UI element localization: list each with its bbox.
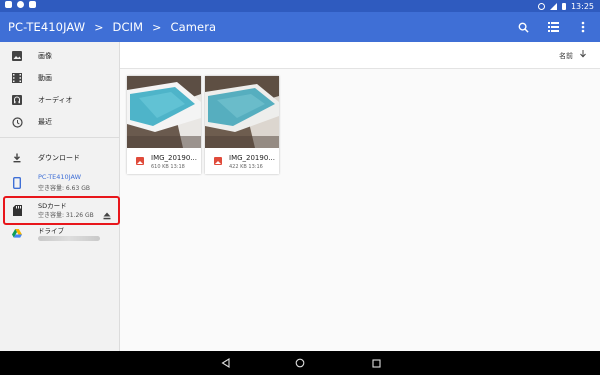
home-button[interactable]: [294, 357, 306, 369]
system-indicators: 13:25: [537, 0, 594, 12]
drawer-item-recent[interactable]: 最近: [0, 111, 119, 133]
image-icon: [11, 50, 23, 62]
file-name: IMG_20190...: [229, 154, 275, 162]
more-options-button[interactable]: [574, 18, 592, 36]
drawer-item-label: PC-TE410JAW: [38, 173, 82, 181]
arrow-down-icon[interactable]: [580, 50, 586, 60]
breadcrumb: PC-TE410JAW > DCIM > Camera: [8, 20, 216, 34]
file-meta: 610 KB 13:18: [151, 164, 185, 170]
drawer-item-label: 最近: [38, 118, 52, 126]
drawer-item-videos[interactable]: 動画: [0, 67, 119, 89]
image-file-icon: [214, 157, 222, 165]
sd-notification-icon: [29, 1, 36, 8]
audio-icon: [11, 94, 23, 106]
drawer-item-free-space: 空き容量: 6.63 GB: [38, 185, 90, 192]
navigation-drawer: 画像 動画 オーディオ 最近 ダウンロード PC-TE410JAW 空き容量: …: [0, 42, 120, 351]
list-view-button[interactable]: [544, 18, 562, 36]
breadcrumb-separator: >: [94, 20, 104, 34]
back-icon: [220, 358, 230, 368]
clock-icon: [11, 116, 23, 128]
file-name: IMG_20190...: [151, 154, 197, 162]
home-icon: [295, 358, 305, 368]
location-notification-icon: [17, 1, 24, 8]
status-bar: 13:25: [0, 0, 600, 12]
recents-button[interactable]: [370, 357, 382, 369]
breadcrumb-camera[interactable]: Camera: [170, 20, 216, 34]
more-vert-icon: [581, 21, 585, 33]
file-card[interactable]: IMG_20190... 422 KB 13:16: [205, 76, 279, 174]
toolbar: PC-TE410JAW > DCIM > Camera: [0, 12, 600, 42]
back-button[interactable]: [219, 357, 231, 369]
file-card[interactable]: IMG_20190... 610 KB 13:18: [127, 76, 201, 174]
drive-icon: [11, 227, 23, 239]
drawer-item-downloads[interactable]: ダウンロード: [0, 147, 119, 169]
tablet-icon: [11, 177, 23, 189]
drawer-item-label: 動画: [38, 74, 52, 82]
drawer-item-label: ダウンロード: [38, 154, 80, 162]
wifi-icon: [549, 2, 557, 10]
notification-icons: [5, 1, 36, 8]
download-icon: [11, 152, 23, 164]
drawer-divider: [0, 137, 119, 138]
clock-time: 13:25: [570, 1, 594, 11]
list-view-icon: [547, 22, 559, 32]
drawer-item-images[interactable]: 画像: [0, 45, 119, 67]
do-not-disturb-icon: [537, 2, 545, 10]
file-meta: 422 KB 13:16: [229, 164, 263, 170]
photo-thumbnail: [127, 76, 201, 148]
recents-icon: [371, 358, 381, 368]
breadcrumb-device[interactable]: PC-TE410JAW: [8, 20, 85, 34]
toolbar-actions: [514, 12, 592, 42]
breadcrumb-separator: >: [152, 20, 162, 34]
search-button[interactable]: [514, 18, 532, 36]
photo-thumbnail: [205, 76, 279, 148]
breadcrumb-dcim[interactable]: DCIM: [113, 20, 144, 34]
sort-bar: 名前: [120, 42, 600, 69]
image-file-icon: [136, 157, 144, 165]
system-nav-bar: [0, 351, 600, 375]
drawer-item-internal-storage[interactable]: PC-TE410JAW 空き容量: 6.63 GB: [0, 171, 119, 195]
search-icon: [518, 22, 529, 33]
redacted-account: [38, 236, 100, 241]
battery-icon: [561, 2, 566, 10]
drawer-item-label: 画像: [38, 52, 52, 60]
highlight-annotation: [3, 196, 120, 225]
settings-notification-icon: [5, 1, 12, 8]
file-grid: IMG_20190... 610 KB 13:18 IMG_20190... 4…: [120, 69, 600, 351]
drawer-item-label: オーディオ: [38, 96, 73, 104]
video-icon: [11, 72, 23, 84]
drawer-item-drive[interactable]: ドライブ: [0, 223, 119, 245]
drawer-item-label: ドライブ: [38, 227, 64, 235]
sort-by-name[interactable]: 名前: [559, 51, 573, 61]
drawer-item-audio[interactable]: オーディオ: [0, 89, 119, 111]
